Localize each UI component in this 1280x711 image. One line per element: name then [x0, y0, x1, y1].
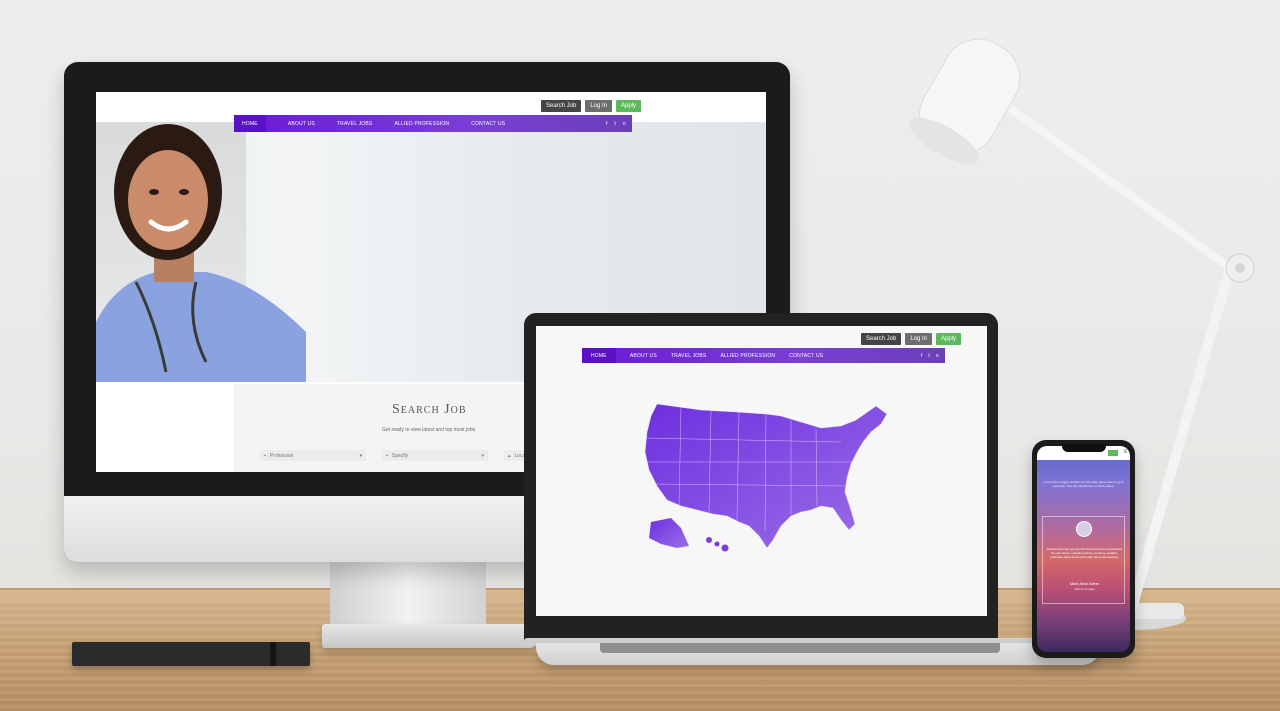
testimonial-card: Accessories help you get the finest conc… [1042, 516, 1125, 604]
nav-about-us[interactable]: ABOUT US [630, 353, 657, 359]
nav-allied-profession[interactable]: ALLIED PROFESSION [720, 353, 775, 359]
testimonial-author: Mark Alvin Allero [1069, 581, 1100, 586]
profession-label: Profession [269, 452, 294, 459]
search-title: Search Job [392, 402, 467, 417]
apply-button[interactable]: Apply [936, 333, 962, 345]
facebook-icon[interactable]: f [921, 353, 923, 359]
facebook-icon[interactable]: f [606, 121, 608, 127]
monitor-stand-base [322, 624, 534, 648]
twitter-icon[interactable]: t [928, 353, 930, 359]
laptop-top-actions: Search Job Log In Apply [861, 333, 962, 345]
phone-notch [1062, 444, 1106, 452]
nav-home[interactable]: HOME [582, 348, 616, 363]
monitor-top-actions: Search Job Log In Apply [541, 100, 642, 112]
person-icon: ▪ [386, 452, 388, 459]
monitor-stand-neck [330, 560, 486, 630]
instagram-icon[interactable]: o [623, 121, 626, 127]
usa-map[interactable] [641, 402, 901, 562]
specify-label: Specify [391, 452, 409, 459]
location-icon: ▴ [508, 452, 511, 459]
laptop-screen: Search Job Log In Apply HOME ABOUT US TR… [536, 326, 987, 616]
chevron-down-icon: ▾ [359, 452, 362, 459]
nav-about-us[interactable]: ABOUT US [288, 121, 315, 127]
nurse-photo [96, 122, 306, 382]
laptop-keyboard-edge [600, 643, 1000, 653]
twitter-icon[interactable]: t [614, 121, 616, 127]
phone-screen: ≡ A cool has a bigger problem so that ot… [1037, 446, 1130, 652]
menu-icon[interactable]: ≡ [1123, 449, 1127, 455]
log-in-button[interactable]: Log In [905, 333, 933, 345]
nav-contact-us[interactable]: CONTACT US [471, 121, 505, 127]
profession-select[interactable]: ▪ Profession ▾ [260, 450, 366, 461]
phone-intro-text: A cool has a bigger problem so that othe… [1043, 480, 1124, 488]
chevron-down-icon: ▾ [481, 452, 484, 459]
nav-allied-profession[interactable]: ALLIED PROFESSION [394, 121, 449, 127]
instagram-icon[interactable]: o [936, 353, 939, 359]
nav-contact-us[interactable]: CONTACT US [789, 353, 823, 359]
monitor-navbar: HOME ABOUT US TRAVEL JOBS ALLIED PROFESS… [234, 115, 632, 132]
briefcase-icon: ▪ [264, 452, 266, 459]
nurse-figure [96, 124, 306, 382]
nav-travel-jobs[interactable]: TRAVEL JOBS [337, 121, 373, 127]
notebook-band [270, 642, 276, 666]
avatar [1076, 521, 1092, 537]
apply-button[interactable] [1108, 450, 1118, 456]
social-links: f t o [606, 121, 626, 127]
nav-home[interactable]: HOME [234, 115, 266, 132]
laptop-navbar: HOME ABOUT US TRAVEL JOBS ALLIED PROFESS… [582, 348, 945, 363]
nav-travel-jobs[interactable]: TRAVEL JOBS [671, 353, 707, 359]
apply-button[interactable]: Apply [616, 100, 642, 112]
log-in-button[interactable]: Log In [585, 100, 613, 112]
testimonial-quote: Accessories help you get the finest conc… [1046, 547, 1123, 559]
search-subtitle: Get ready to view latest and top most jo… [382, 427, 476, 433]
testimonial-role: CEO at Google [1074, 587, 1095, 591]
search-job-button[interactable]: Search Job [541, 100, 582, 112]
social-links: f t o [921, 353, 939, 359]
specify-select[interactable]: ▪ Specify ▾ [382, 450, 488, 461]
search-job-button[interactable]: Search Job [861, 333, 902, 345]
